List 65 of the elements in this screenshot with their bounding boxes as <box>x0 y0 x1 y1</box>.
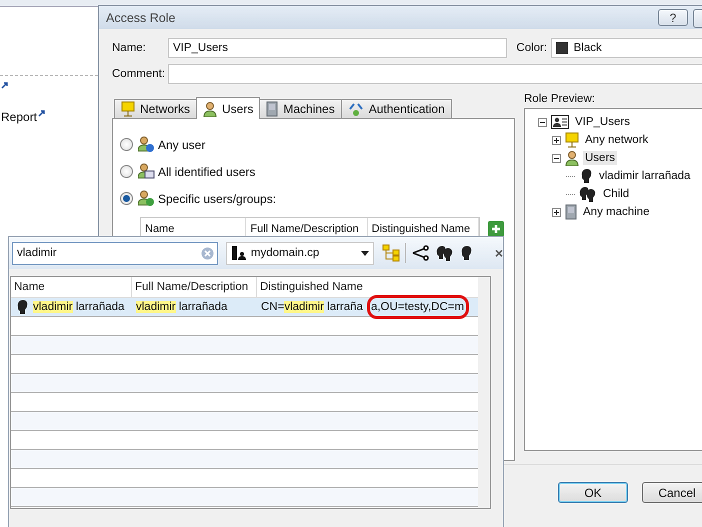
close-button[interactable]: × <box>494 245 503 261</box>
tab[interactable]: Machines <box>259 99 342 118</box>
person-silhouette-icon <box>579 168 593 184</box>
external-link-icon <box>38 110 46 117</box>
scrollbar[interactable] <box>478 277 490 508</box>
user-badge-icon <box>138 136 155 153</box>
domain-dropdown[interactable]: mydomain.cp <box>226 242 374 264</box>
window-title: Access Role <box>106 10 176 24</box>
option-label[interactable]: Specific users/groups: <box>158 192 276 206</box>
radio-button[interactable] <box>120 138 133 151</box>
person-icon <box>565 150 579 166</box>
option-label[interactable]: Any user <box>158 138 206 152</box>
report-link[interactable]: Report <box>1 110 38 124</box>
name-field[interactable]: VIP_Users <box>168 38 508 58</box>
table-cell: vladimir larrañada <box>33 301 124 313</box>
tree-item[interactable]: VIP_Users <box>573 115 632 129</box>
help-button[interactable]: ? <box>658 9 688 26</box>
section-label: Role Preview: <box>524 92 596 107</box>
comment-field[interactable] <box>168 64 702 84</box>
server-icon <box>266 101 278 117</box>
tab[interactable]: Authentication <box>340 99 452 118</box>
plus-icon <box>491 224 501 234</box>
user-badge-icon <box>138 163 155 180</box>
table-cell: vladimir larrañada <box>136 301 228 313</box>
table-cell: CN=vladimir larraña a,OU=testy,DC=m <box>261 295 470 319</box>
tree-item[interactable]: vladimir larrañada <box>597 169 692 183</box>
server-user-icon <box>230 245 247 261</box>
people-silhouette-icon <box>436 245 454 261</box>
column-header[interactable]: Name <box>11 277 132 297</box>
tab[interactable]: Networks <box>114 99 198 118</box>
search-field[interactable]: vladimir <box>12 242 218 264</box>
person-silhouette-icon <box>15 299 29 315</box>
external-link-icon[interactable] <box>1 82 8 89</box>
arrows-icon <box>348 101 364 117</box>
add-button[interactable] <box>488 221 504 237</box>
id-card-icon <box>551 115 569 129</box>
server-icon <box>565 204 577 220</box>
monitor-icon <box>121 101 135 117</box>
tree-item[interactable]: Any network <box>583 133 650 147</box>
hierarchy-icon[interactable] <box>382 244 400 262</box>
field-label: Color: <box>516 42 548 54</box>
person-icon <box>203 100 218 116</box>
tree-item[interactable]: Any machine <box>581 205 652 219</box>
tree-item[interactable]: Users <box>583 151 618 165</box>
dropdown-arrow-icon <box>360 250 369 256</box>
field-label: Name: <box>112 42 147 54</box>
clear-icon[interactable] <box>200 246 214 260</box>
monitor-icon <box>565 132 579 148</box>
share-icon[interactable] <box>410 245 431 261</box>
tree-item[interactable]: Child <box>601 187 632 201</box>
color-dropdown[interactable]: Black <box>550 38 702 58</box>
dialog-button[interactable]: Cancel <box>642 482 702 503</box>
radio-button[interactable] <box>120 192 133 205</box>
expand-toggle[interactable] <box>552 136 561 144</box>
people-silhouette-icon <box>579 186 597 202</box>
radio-button[interactable] <box>120 165 133 178</box>
column-header[interactable]: Full Name/Description <box>132 277 257 297</box>
user-badge-icon <box>138 190 155 207</box>
field-label: Comment: <box>112 68 166 80</box>
expand-toggle[interactable] <box>552 208 561 216</box>
collapse-toggle[interactable] <box>552 154 561 162</box>
dialog-button[interactable]: OK <box>558 482 628 503</box>
option-label[interactable]: All identified users <box>158 164 256 178</box>
collapse-toggle[interactable] <box>538 118 547 126</box>
tab[interactable]: Users <box>196 97 260 119</box>
